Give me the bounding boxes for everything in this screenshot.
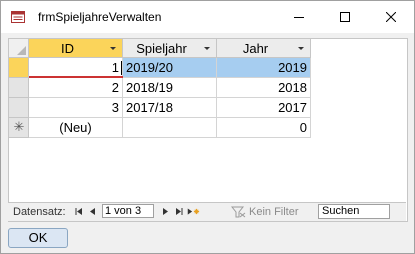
column-header-jahr[interactable]: Jahr xyxy=(217,39,311,58)
minimize-button[interactable] xyxy=(276,1,322,33)
cell-spieljahr[interactable]: 2017/18 xyxy=(123,98,217,118)
close-icon xyxy=(386,12,396,22)
cell-id[interactable]: 2 xyxy=(29,78,123,98)
cell-spieljahr[interactable]: 2018/19 xyxy=(123,78,217,98)
cell-jahr[interactable]: 0 xyxy=(217,118,311,138)
first-record-icon[interactable] xyxy=(72,205,86,218)
record-selector[interactable] xyxy=(9,58,29,78)
cell-id[interactable]: (Neu) xyxy=(29,118,123,138)
form-icon xyxy=(11,11,25,23)
column-header-label: Jahr xyxy=(242,41,269,56)
cell-jahr[interactable]: 2018 xyxy=(217,78,311,98)
last-record-icon[interactable] xyxy=(172,205,186,218)
maximize-icon xyxy=(340,12,350,22)
form-window: frmSpieljahreVerwalten ID Spieljahr Jahr… xyxy=(0,0,415,254)
column-header-label: Spieljahr xyxy=(136,41,187,56)
sort-dropdown-icon[interactable] xyxy=(110,47,116,50)
close-button[interactable] xyxy=(368,1,414,33)
record-selector[interactable] xyxy=(9,78,29,98)
filter-icon xyxy=(231,206,246,218)
window-title: frmSpieljahreVerwalten xyxy=(38,10,162,24)
maximize-button[interactable] xyxy=(322,1,368,33)
datasheet: ID Spieljahr Jahr 1 2019/20 2019 2 2018/… xyxy=(8,38,408,222)
minimize-icon xyxy=(294,17,304,18)
column-header-spieljahr[interactable]: Spieljahr xyxy=(123,39,217,58)
cell-jahr[interactable]: 2017 xyxy=(217,98,311,118)
previous-record-icon[interactable] xyxy=(86,205,100,218)
cell-id[interactable]: 3 xyxy=(29,98,123,118)
current-record-field[interactable]: 1 von 3 xyxy=(102,204,154,218)
record-label: Datensatz: xyxy=(13,206,66,218)
record-selector[interactable] xyxy=(9,98,29,118)
cell-spieljahr[interactable] xyxy=(123,118,217,138)
sort-dropdown-icon[interactable] xyxy=(298,47,304,50)
search-input[interactable]: Suchen xyxy=(318,204,390,219)
column-header-label: ID xyxy=(61,41,74,56)
new-record-selector[interactable]: ✳ xyxy=(9,118,29,138)
text-caret xyxy=(121,61,122,75)
title-bar: frmSpieljahreVerwalten xyxy=(1,1,414,33)
ok-button[interactable]: OK xyxy=(8,228,68,248)
no-filter-button[interactable]: Kein Filter xyxy=(249,206,299,218)
next-record-icon[interactable] xyxy=(158,205,172,218)
new-record-nav-icon[interactable] xyxy=(186,205,200,218)
column-header-id[interactable]: ID xyxy=(29,39,123,58)
sort-dropdown-icon[interactable] xyxy=(204,47,210,50)
cell-id[interactable]: 1 xyxy=(29,58,123,78)
select-all-corner[interactable] xyxy=(9,39,29,58)
new-record-icon: ✳ xyxy=(13,119,25,134)
record-navigation-bar: Datensatz: 1 von 3 Kein Filter Suchen xyxy=(8,202,406,221)
cell-spieljahr[interactable]: 2019/20 xyxy=(123,58,217,78)
cell-jahr[interactable]: 2019 xyxy=(217,58,311,78)
